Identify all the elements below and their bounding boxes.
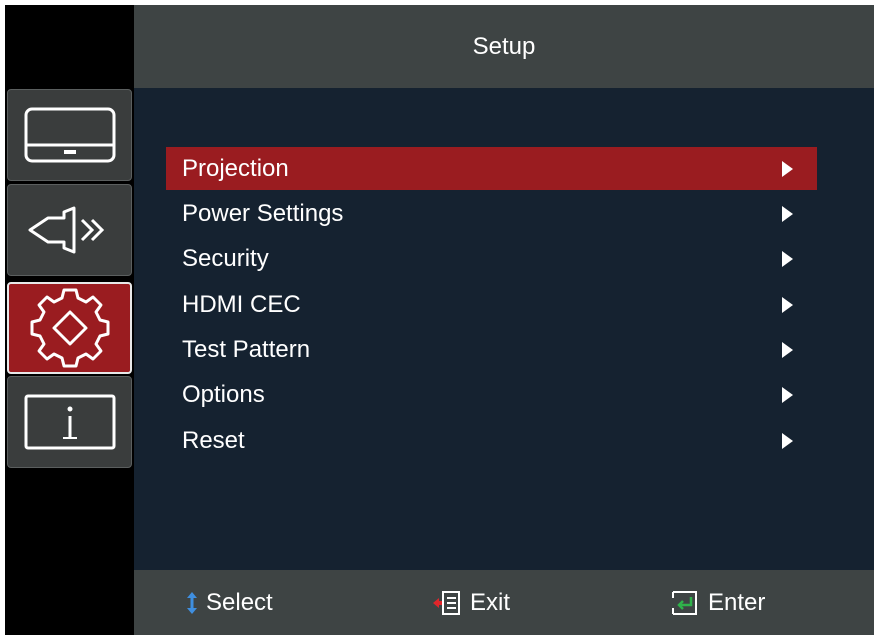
menu-item-hdmi-cec[interactable]: HDMI CEC — [166, 283, 817, 326]
hint-select-label: Select — [206, 588, 273, 616]
chevron-right-icon — [782, 296, 793, 313]
speaker-icon — [28, 206, 104, 254]
up-down-arrow-icon — [187, 591, 197, 614]
chevron-right-icon — [782, 250, 793, 267]
menu-item-label: Security — [182, 244, 269, 272]
menu-item-label: Options — [182, 380, 265, 408]
info-icon — [24, 394, 115, 450]
hint-enter: Enter — [670, 570, 765, 635]
hint-exit-label: Exit — [470, 588, 511, 616]
menu-item-options[interactable]: Options — [166, 373, 817, 416]
monitor-icon — [24, 107, 115, 163]
page-title: Setup — [472, 32, 536, 60]
menu-item-label: Test Pattern — [182, 335, 311, 363]
menu-item-projection[interactable]: Projection — [166, 147, 817, 190]
menu-item-test-pattern[interactable]: Test Pattern — [166, 328, 817, 371]
tab-display[interactable] — [7, 89, 132, 181]
chevron-right-icon — [782, 160, 793, 177]
tab-audio[interactable] — [7, 184, 132, 276]
hint-enter-label: Enter — [708, 588, 766, 616]
chevron-right-icon — [782, 341, 793, 358]
hint-select: Select — [186, 570, 273, 635]
menu-item-label: HDMI CEC — [182, 290, 301, 318]
menu-item-label: Reset — [182, 426, 245, 454]
tab-information[interactable] — [7, 376, 132, 468]
exit-icon — [433, 590, 460, 615]
key-hint-bar: Select Exit Enter — [134, 570, 874, 635]
hint-exit: Exit — [432, 570, 510, 635]
menu-item-power-settings[interactable]: Power Settings — [166, 192, 817, 235]
enter-icon — [672, 590, 697, 615]
menu-item-label: Power Settings — [182, 199, 344, 227]
chevron-right-icon — [782, 386, 793, 403]
menu-item-label: Projection — [182, 154, 289, 182]
menu-item-reset[interactable]: Reset — [166, 419, 817, 462]
gear-icon — [30, 288, 109, 368]
osd-header: Setup — [134, 5, 874, 88]
chevron-right-icon — [782, 205, 793, 222]
tab-setup[interactable] — [7, 282, 132, 374]
menu-item-security[interactable]: Security — [166, 237, 817, 280]
chevron-right-icon — [782, 432, 793, 449]
